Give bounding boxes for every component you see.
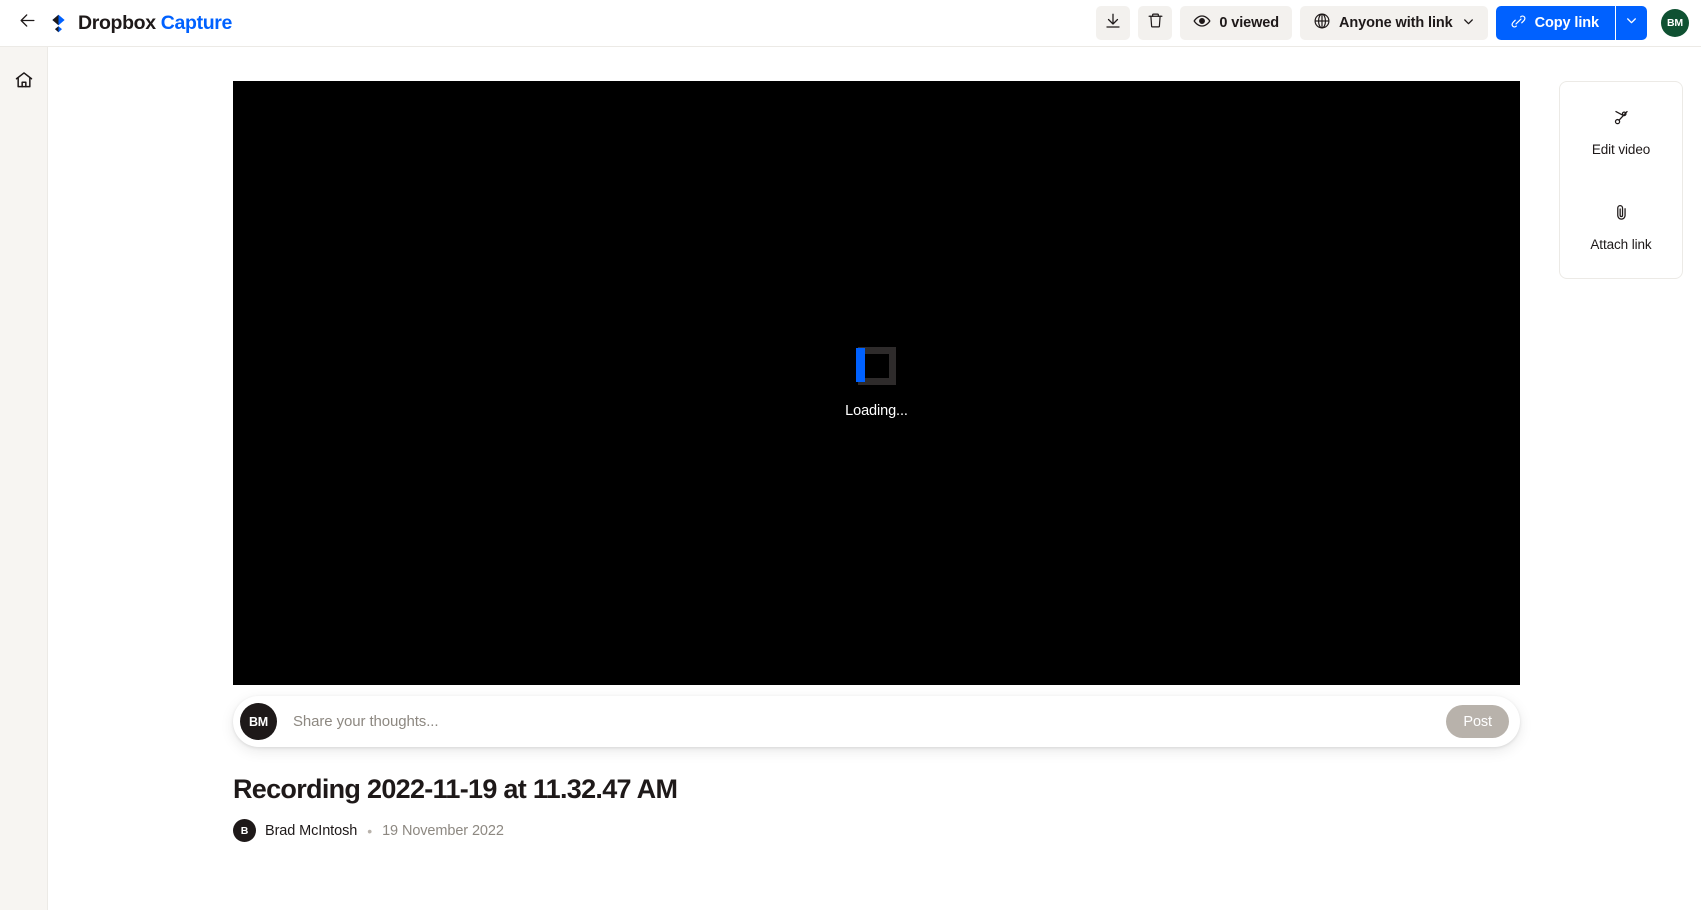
back-button[interactable] xyxy=(10,6,44,40)
square-spinner-icon xyxy=(855,347,896,385)
main-content: Loading... BM Post Recording 2022-11-19 … xyxy=(49,47,1701,910)
views-button[interactable]: 0 viewed xyxy=(1180,6,1293,40)
video-column: Loading... BM Post Recording 2022-11-19 … xyxy=(233,81,1520,843)
page-title: Recording 2022-11-19 at 11.32.47 AM xyxy=(233,774,678,804)
post-comment-button[interactable]: Post xyxy=(1446,705,1509,738)
brand-home-link[interactable]: Dropbox Capture xyxy=(48,12,232,35)
attach-link-button[interactable]: Attach link xyxy=(1568,195,1674,262)
chevron-down-icon xyxy=(1625,14,1638,32)
edit-video-button[interactable]: Edit video xyxy=(1568,100,1674,167)
link-icon xyxy=(1510,13,1527,34)
delete-button[interactable] xyxy=(1138,6,1173,40)
comment-composer: BM Post xyxy=(233,696,1520,747)
brand-name: Dropbox xyxy=(78,11,156,34)
comment-avatar[interactable]: BM xyxy=(240,703,277,740)
account-avatar[interactable]: BM xyxy=(1661,9,1689,37)
download-button[interactable] xyxy=(1096,6,1131,40)
author-name: Brad McIntosh xyxy=(265,822,358,839)
video-meta: B Brad McIntosh • 19 November 2022 xyxy=(233,819,1520,843)
comment-input[interactable] xyxy=(293,713,1447,730)
download-icon xyxy=(1104,12,1122,35)
dropbox-logo-icon xyxy=(48,13,69,34)
copy-link-label: Copy link xyxy=(1534,15,1599,31)
brand-product: Capture xyxy=(160,11,233,34)
scissors-icon xyxy=(1612,108,1631,132)
chevron-down-icon xyxy=(1462,15,1475,32)
meta-separator: • xyxy=(367,822,373,839)
brand-title: Dropbox Capture xyxy=(78,12,232,35)
edit-video-label: Edit video xyxy=(1591,142,1651,157)
home-icon xyxy=(14,70,34,95)
sidebar-item-home[interactable] xyxy=(7,65,41,99)
header-actions: 0 viewed Anyone with link Copy link BM xyxy=(1096,6,1701,40)
attach-link-label: Attach link xyxy=(1590,237,1652,252)
copy-link-dropdown-button[interactable] xyxy=(1615,6,1647,40)
video-date: 19 November 2022 xyxy=(382,822,504,839)
copy-link-group: Copy link xyxy=(1495,6,1647,40)
video-player[interactable]: Loading... xyxy=(233,81,1520,685)
left-rail xyxy=(0,47,48,910)
app-header: Dropbox Capture 0 viewed Anyone with lin… xyxy=(0,0,1701,47)
share-visibility-button[interactable]: Anyone with link xyxy=(1300,6,1488,40)
eye-icon xyxy=(1193,12,1211,34)
arrow-left-icon xyxy=(18,11,37,35)
views-label: 0 viewed xyxy=(1219,15,1280,31)
author-avatar: B xyxy=(233,819,256,843)
globe-icon xyxy=(1313,12,1331,34)
trash-icon xyxy=(1147,12,1164,34)
loading-label: Loading... xyxy=(845,403,908,419)
video-info: Recording 2022-11-19 at 11.32.47 AM B Br… xyxy=(233,773,1520,843)
share-visibility-label: Anyone with link xyxy=(1339,15,1453,31)
copy-link-button[interactable]: Copy link xyxy=(1495,6,1615,40)
action-panel: Edit video Attach link xyxy=(1559,81,1683,279)
paperclip-icon xyxy=(1612,203,1631,227)
